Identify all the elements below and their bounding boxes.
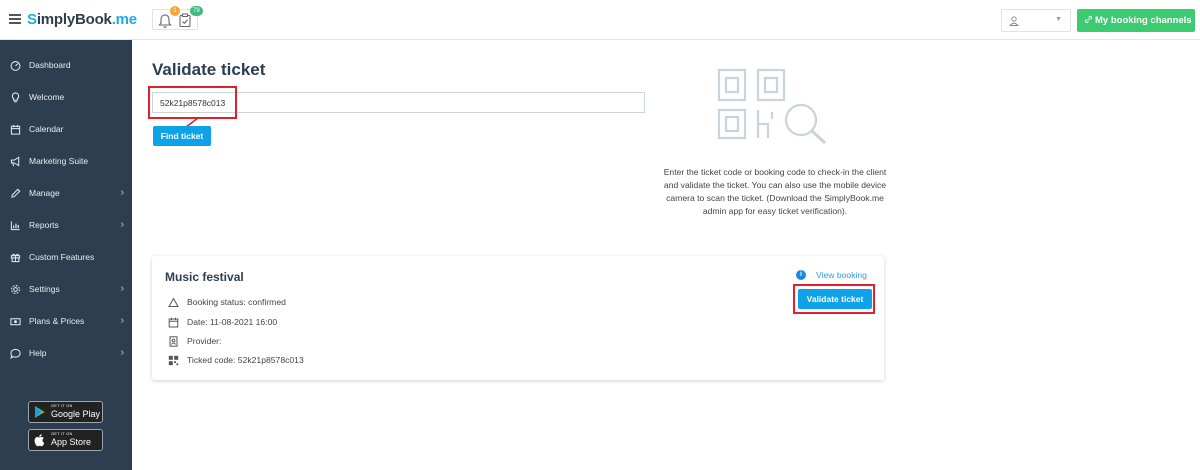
- sidebar-item-label: Settings: [29, 284, 60, 294]
- sidebar-item-welcome[interactable]: Welcome: [0, 81, 132, 113]
- sidebar-item-label: Help: [29, 348, 47, 358]
- event-name: Music festival: [165, 270, 244, 284]
- chat-icon: [9, 347, 21, 359]
- sidebar-item-label: Calendar: [29, 124, 64, 134]
- info-icon: i: [796, 270, 806, 280]
- sidebar-item-dashboard[interactable]: Dashboard: [0, 49, 132, 81]
- ticket-code-row: Ticked code: 52k21p8578c013: [168, 353, 304, 367]
- hamburger-menu-icon[interactable]: [9, 14, 21, 24]
- validate-highlight-box: [793, 284, 875, 314]
- my-booking-channels-button[interactable]: My booking channels ▼: [1077, 9, 1200, 32]
- sidebar-item-label: Welcome: [29, 92, 65, 102]
- money-icon: [9, 315, 21, 327]
- top-bar: SimplyBook.me 1 79 ▼ My booking channels…: [0, 0, 1200, 40]
- sidebar-item-label: Custom Features: [29, 252, 95, 262]
- sidebar-item-custom-features[interactable]: Custom Features: [0, 241, 132, 273]
- booking-status-row: Booking status: confirmed: [168, 295, 286, 309]
- sidebar-item-label: Dashboard: [29, 60, 71, 70]
- sidebar-item-label: Plans & Prices: [29, 316, 85, 326]
- qr-search-icon: [717, 68, 827, 145]
- sidebar-item-manage[interactable]: Manage ›: [0, 177, 132, 209]
- clipboard-check-icon[interactable]: 79: [176, 6, 203, 31]
- gift-icon: [9, 251, 21, 263]
- lightbulb-icon: [9, 91, 21, 103]
- sidebar-item-marketing-suite[interactable]: Marketing Suite: [0, 145, 132, 177]
- sidebar: Dashboard Welcome Calendar Marketing Sui…: [0, 40, 132, 470]
- apple-icon: [34, 434, 45, 447]
- dashboard-icon: [9, 59, 21, 71]
- qr-code-icon: [168, 355, 179, 366]
- calendar-icon: [9, 123, 21, 135]
- sidebar-item-help[interactable]: Help ›: [0, 337, 132, 369]
- id-badge-icon: [168, 335, 179, 347]
- sidebar-item-reports[interactable]: Reports ›: [0, 209, 132, 241]
- chevron-right-icon: ›: [120, 315, 124, 326]
- find-ticket-button[interactable]: Find ticket: [153, 126, 211, 146]
- bar-chart-icon: [9, 219, 21, 231]
- page-title: Validate ticket: [152, 60, 266, 79]
- user-icon: [1009, 16, 1019, 26]
- pencil-icon: [9, 187, 21, 199]
- google-play-button[interactable]: GET IT ON Google Play: [28, 401, 103, 423]
- gear-icon: [9, 283, 21, 295]
- sidebar-item-label: Marketing Suite: [29, 156, 89, 166]
- provider-row: Provider:: [168, 334, 221, 348]
- sidebar-item-label: Reports: [29, 220, 59, 230]
- link-icon: [1084, 15, 1093, 24]
- sidebar-item-plans-prices[interactable]: Plans & Prices ›: [0, 305, 132, 337]
- sidebar-item-settings[interactable]: Settings ›: [0, 273, 132, 305]
- ticket-result-card: Music festival Booking status: confirmed…: [152, 256, 884, 380]
- calendar-icon: [168, 317, 179, 328]
- megaphone-icon: [9, 155, 21, 167]
- google-play-icon: [35, 406, 45, 418]
- date-row: Date: 11-08-2021 16:00: [168, 315, 277, 329]
- user-menu-select[interactable]: ▼: [1001, 9, 1071, 32]
- chevron-right-icon: ›: [120, 187, 124, 198]
- triangle-icon: [168, 296, 179, 308]
- chevron-right-icon: ›: [120, 347, 124, 358]
- notification-area: 1 79: [152, 6, 203, 31]
- help-text: Enter the ticket code or booking code to…: [663, 167, 887, 216]
- sidebar-item-label: Manage: [29, 188, 60, 198]
- sidebar-item-calendar[interactable]: Calendar: [0, 113, 132, 145]
- chevron-right-icon: ›: [120, 219, 124, 230]
- tasks-badge: 79: [190, 6, 203, 16]
- chevron-down-icon: ▼: [1193, 18, 1200, 25]
- chevron-down-icon: ▼: [1055, 16, 1062, 23]
- chevron-right-icon: ›: [120, 283, 124, 294]
- logo[interactable]: SimplyBook.me: [27, 11, 137, 28]
- app-store-button[interactable]: GET IT ON App Store: [28, 429, 103, 451]
- view-booking-link[interactable]: i View booking: [796, 269, 867, 281]
